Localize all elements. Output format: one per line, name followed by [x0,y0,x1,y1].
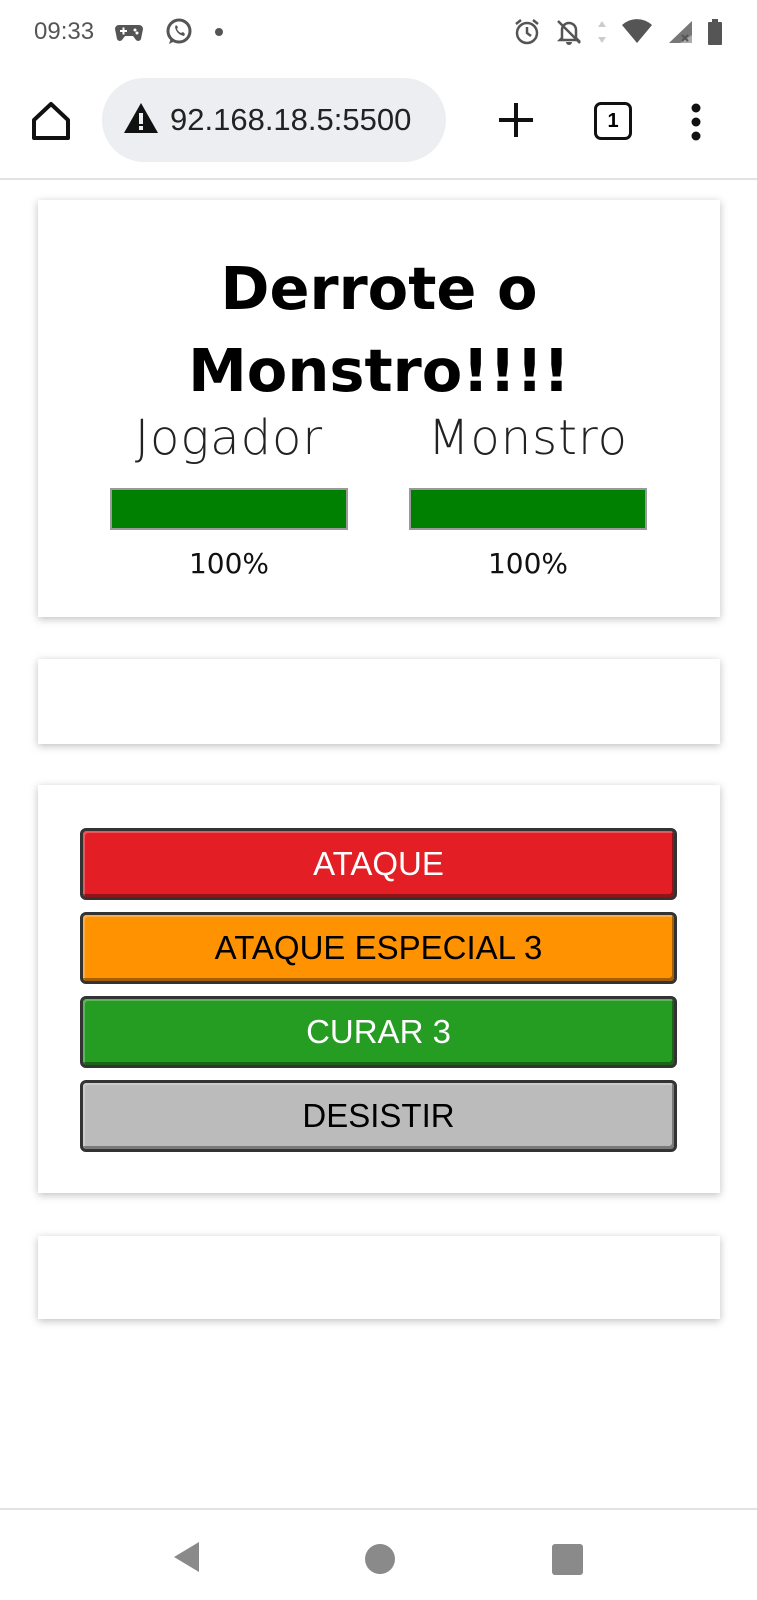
tab-count: 1 [607,109,619,132]
gamepad-icon [114,20,144,44]
monster-health-fill [411,490,645,528]
player-health-fill [112,490,346,528]
notifications-off-icon [555,18,583,46]
more-vert-icon [691,103,701,141]
home-nav-button[interactable] [365,1544,395,1574]
address-bar[interactable]: 92.168.18.5:5500 [102,78,446,162]
system-nav-bar [0,1508,757,1600]
give-up-button[interactable]: DESISTIR [80,1080,677,1152]
monster-label: Monstro [427,410,629,466]
home-icon [32,102,70,140]
dot-icon [214,27,224,37]
whatsapp-icon [164,17,194,47]
status-time: 09:33 [34,18,95,45]
player-health-bar [110,488,348,530]
monster-health-value: 100% [487,547,569,580]
url-text[interactable]: 92.168.18.5:5500 [170,102,411,138]
wifi-icon [621,19,653,45]
warning-icon[interactable] [122,101,160,140]
monster-health: Monstro 100% [409,408,647,584]
home-button[interactable] [28,98,74,144]
alarm-icon [513,18,541,46]
browser-toolbar: 92.168.18.5:5500 1 [0,64,757,180]
page-title: Derrote o Monstro!!!! [188,254,570,405]
player-health: Jogador 100% [110,408,348,584]
player-health-value: 100% [188,547,270,580]
player-label: Jogador [134,410,324,466]
overflow-menu-button[interactable] [686,100,706,144]
battle-log-panel [38,1236,720,1319]
attack-button[interactable]: ATAQUE [80,828,677,900]
message-panel [38,659,720,744]
back-icon [174,1542,199,1572]
new-tab-button[interactable] [494,98,538,142]
health-panel: Derrote o Monstro!!!! Jogador 100% Monst… [38,200,720,617]
tab-switcher-button[interactable]: 1 [594,102,632,140]
back-button[interactable] [172,1540,200,1579]
data-arrows-icon [597,19,607,45]
actions-panel: ATAQUE ATAQUE ESPECIAL 3 CURAR 3 DESISTI… [38,785,720,1193]
special-attack-button[interactable]: ATAQUE ESPECIAL 3 [80,912,677,984]
status-bar: 09:33 [0,0,757,64]
monster-health-bar [409,488,647,530]
battery-icon [707,18,723,46]
phone-screen: 09:33 92.168.18.5:5500 1 Derrote o Monst… [0,0,757,1600]
plus-icon [499,103,533,137]
heal-button[interactable]: CURAR 3 [80,996,677,1068]
signal-icon [667,19,693,45]
recents-button[interactable] [552,1544,583,1575]
